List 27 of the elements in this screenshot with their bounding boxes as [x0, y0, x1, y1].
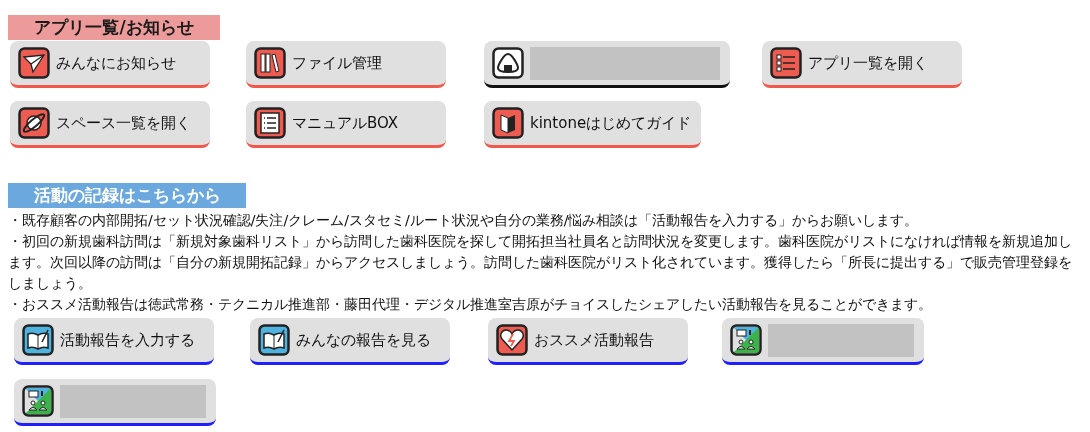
app-button[interactable]: みんなの報告を見る	[250, 318, 450, 365]
app-button[interactable]: ファイル管理	[246, 41, 446, 88]
open-book-icon	[22, 324, 54, 356]
app-button[interactable]: 活動報告を入力する	[14, 318, 214, 365]
app-button[interactable]	[14, 379, 216, 426]
app-button[interactable]: アプリ一覧を開く	[762, 41, 962, 88]
app-button[interactable]: kintoneはじめてガイド	[484, 101, 702, 148]
document-list-icon	[254, 107, 286, 139]
books-icon	[254, 47, 286, 79]
list-icon	[770, 47, 802, 79]
app-button[interactable]	[722, 318, 924, 365]
note-text: ・おススメ活動報告は徳武常務・テクニカル推進部・藤田代理・デジタル推進室吉原がチョイスしたシェアしたい活動報告を見ることができます。	[8, 295, 933, 314]
note-text: ・既存顧客の内部開拓/セット状況確認/失注/クレーム/スタセミ/ルート状況や自分の業務/悩み相談は「活動報告を入力する」からお願いします。	[8, 211, 920, 230]
section-heading: アプリ一覧/お知らせ	[8, 15, 220, 40]
book-icon	[492, 107, 524, 139]
open-book-icon	[258, 324, 290, 356]
app-button[interactable]: マニュアルBOX	[246, 101, 446, 148]
meeting-icon	[22, 385, 54, 417]
meeting-icon	[730, 324, 762, 356]
app-button[interactable]: みんなにお知らせ	[10, 41, 210, 88]
section-heading: 活動の記録はこちらから	[8, 183, 246, 208]
app-button[interactable]	[484, 41, 730, 88]
app-button[interactable]: スペース一覧を開く	[10, 101, 210, 148]
note-text: ・初回の新規歯科訪問は「新規対象歯科リスト」から訪問した歯科医院を探して開拓担当社員名と訪問状況を変更します。歯科医院がリストになければ情報を新規追加します。次回以降の訪問は「自分の新規開拓記録」からアクセスしましょう。訪問した歯科医院がリスト化されています。獲得したら「所長に提出する」で販売管理登録をしましょう。	[8, 232, 1073, 293]
planet-icon	[18, 107, 50, 139]
paper-plane-icon	[18, 47, 50, 79]
app-button[interactable]: おススメ活動報告	[488, 318, 688, 365]
